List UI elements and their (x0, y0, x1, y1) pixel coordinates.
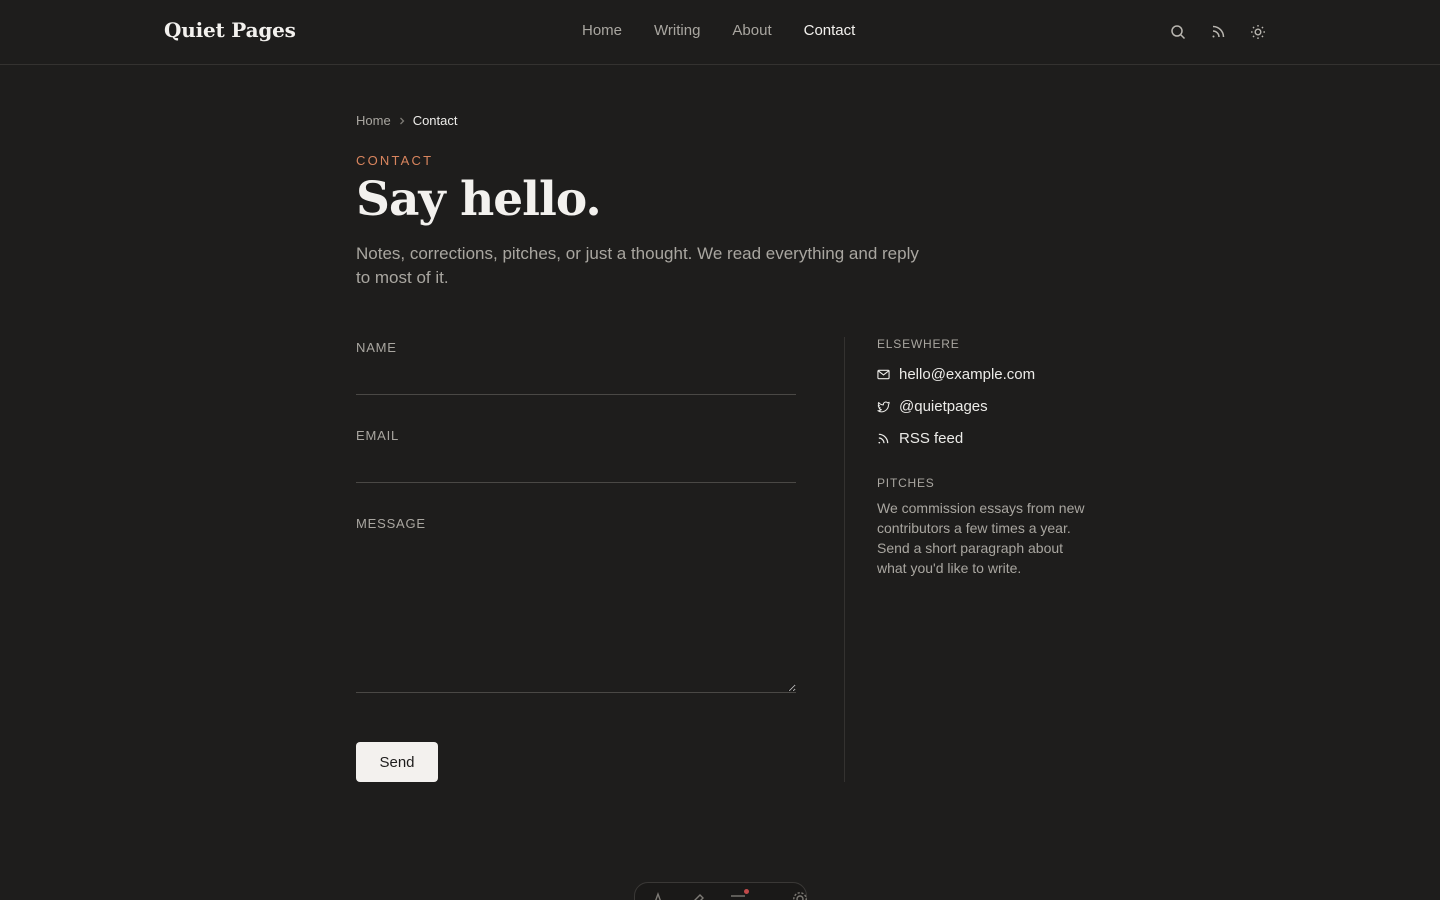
rss-feed-link[interactable]: RSS feed (877, 429, 1087, 448)
brush-icon[interactable] (689, 891, 707, 900)
column-divider (844, 337, 845, 782)
search-icon[interactable] (1168, 22, 1188, 42)
nav-home[interactable]: Home (582, 22, 622, 39)
breadcrumb-current: Contact (412, 113, 458, 128)
email-link[interactable]: hello@example.com (877, 365, 1087, 384)
header-actions (1168, 22, 1268, 42)
pitches-text: We commission essays from new contributo… (877, 500, 1085, 576)
nav-contact[interactable]: Contact (804, 22, 856, 39)
email-link-label: hello@example.com (899, 366, 1036, 383)
email-input[interactable] (356, 443, 796, 483)
elsewhere-links: hello@example.com @quietpages RSS feed (877, 365, 1087, 448)
brand-logo[interactable]: Quiet Pages (164, 18, 296, 42)
name-input[interactable] (356, 355, 796, 395)
elsewhere-heading: ELSEWHERE (877, 337, 960, 351)
send-button[interactable]: Send (356, 742, 438, 782)
chevron-right-icon (397, 116, 407, 126)
breadcrumb: Home Contact (356, 113, 458, 128)
twitter-link[interactable]: @quietpages (877, 397, 1087, 416)
nav-writing[interactable]: Writing (654, 22, 700, 39)
rss-icon (878, 433, 889, 444)
pitches-heading: PITCHES (877, 476, 935, 490)
main-nav: Home Writing About Contact (582, 22, 855, 39)
page-eyebrow: CONTACT (356, 153, 434, 168)
twitter-link-label: @quietpages (899, 398, 988, 415)
nav-about[interactable]: About (732, 22, 771, 39)
email-label: EMAIL (356, 428, 400, 443)
rss-icon[interactable] (1208, 22, 1228, 42)
pen-icon[interactable] (649, 891, 667, 900)
page-title: Say hello. (356, 172, 602, 227)
floating-toolbar (634, 882, 807, 900)
twitter-icon (877, 401, 890, 413)
message-textarea[interactable] (356, 531, 796, 693)
name-label: NAME (356, 340, 397, 355)
message-label: MESSAGE (356, 516, 426, 531)
mail-icon (877, 369, 890, 380)
settings-icon[interactable] (791, 891, 809, 900)
breadcrumb-home[interactable]: Home (356, 113, 391, 128)
rss-feed-label: RSS feed (899, 430, 964, 447)
notification-dot (744, 889, 749, 894)
contact-form: NAME EMAIL MESSAGE Send (356, 340, 796, 782)
contact-sidebar: ELSEWHERE hello@example.com @quietpages … (877, 337, 1087, 578)
page-intro: Notes, corrections, pitches, or just a t… (356, 244, 919, 287)
menu-icon[interactable] (729, 889, 749, 900)
site-header: Quiet Pages Home Writing About Contact (0, 0, 1440, 65)
sun-icon[interactable] (1248, 22, 1268, 42)
